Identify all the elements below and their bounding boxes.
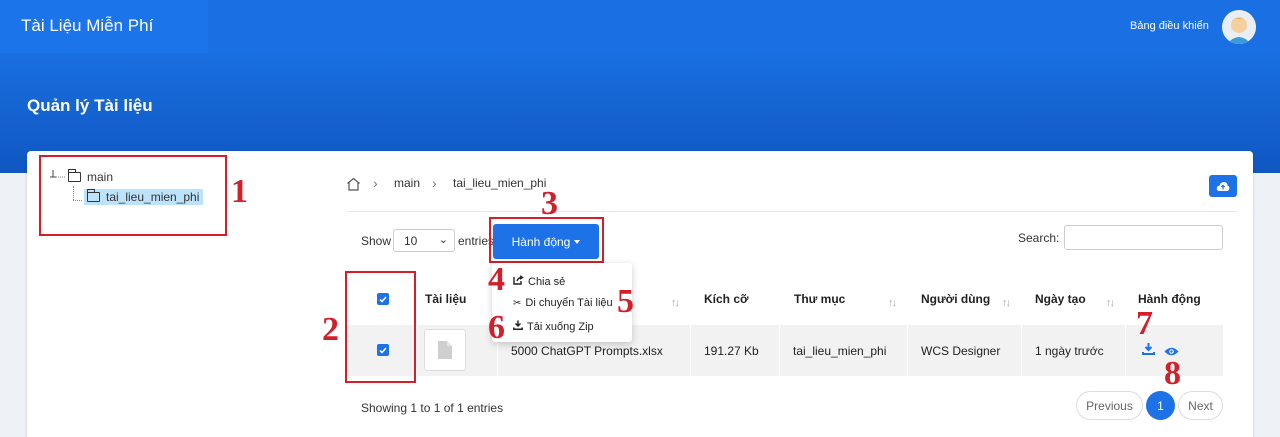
top-navbar: Tài Liệu Miễn Phí Bảng điều khiển <box>0 0 1280 53</box>
sort-icon[interactable]: ↑↓ <box>1106 297 1115 309</box>
menu-item-share[interactable]: Chia sẻ <box>513 275 565 288</box>
callout-number: 2 <box>322 311 339 348</box>
show-label: Show <box>361 234 392 248</box>
chevron-down-icon: ⌄ <box>438 234 448 246</box>
brand-logo[interactable]: Tài Liệu Miễn Phí <box>0 0 208 53</box>
callout-number: 1 <box>231 173 248 210</box>
share-icon <box>513 275 524 288</box>
scissors-icon: ✂ <box>513 297 522 309</box>
cell-created: 1 ngày trước <box>1035 344 1104 358</box>
column-header-created[interactable]: Ngày tạo <box>1035 292 1086 306</box>
page-size-select[interactable]: 10 ⌄ <box>393 229 455 252</box>
dashboard-link[interactable]: Bảng điều khiển <box>1130 20 1209 32</box>
user-avatar[interactable] <box>1222 10 1256 44</box>
cell-user: WCS Designer <box>921 344 1001 358</box>
column-header-user[interactable]: Người dùng <box>921 292 990 306</box>
menu-item-move[interactable]: ✂ Di chuyển Tài liệu <box>513 297 613 309</box>
callout-box-action-button <box>489 217 604 263</box>
home-icon[interactable] <box>346 177 361 191</box>
cloud-upload-icon <box>1216 181 1230 191</box>
sort-icon[interactable]: ↑↓ <box>1002 297 1011 309</box>
callout-number: 4 <box>488 261 505 298</box>
column-divider <box>690 325 691 376</box>
callout-box-tree <box>39 155 227 236</box>
action-dropdown-menu: Chia sẻ ✂ Di chuyển Tài liệu Tải xuống Z… <box>492 263 632 342</box>
sort-icon[interactable]: ↑↓ <box>671 297 680 309</box>
cell-size: 191.27 Kb <box>704 344 759 358</box>
column-header-actions: Hành động <box>1138 292 1201 306</box>
breadcrumb-item[interactable]: main <box>394 176 420 190</box>
callout-number: 5 <box>617 283 634 320</box>
cell-folder: tai_lieu_mien_phi <box>793 344 887 358</box>
column-header-document[interactable]: Tài liệu <box>425 292 466 306</box>
column-divider <box>1021 325 1022 376</box>
sort-icon[interactable]: ↑↓ <box>888 297 897 309</box>
search-input[interactable] <box>1064 225 1223 250</box>
callout-box-checkboxes <box>345 271 416 383</box>
column-header-size[interactable]: Kích cỡ <box>704 292 749 306</box>
download-icon[interactable] <box>1142 342 1155 360</box>
download-icon <box>513 320 523 333</box>
callout-number: 3 <box>541 185 558 222</box>
table-info: Showing 1 to 1 of 1 entries <box>361 401 504 415</box>
column-divider <box>416 325 417 376</box>
upload-button[interactable] <box>1209 175 1237 197</box>
callout-number: 8 <box>1164 355 1181 392</box>
callout-number: 7 <box>1136 305 1153 342</box>
file-icon <box>438 341 452 359</box>
chevron-right-icon: › <box>432 175 437 191</box>
column-divider <box>907 325 908 376</box>
page-size-value: 10 <box>404 234 418 248</box>
pagination-next[interactable]: Next <box>1178 391 1223 420</box>
file-thumbnail[interactable] <box>424 329 466 371</box>
divider <box>347 211 1237 212</box>
pagination-previous[interactable]: Previous <box>1076 391 1143 420</box>
menu-item-label: Tải xuống Zip <box>527 320 594 333</box>
column-divider <box>779 325 780 376</box>
pagination-page-1[interactable]: 1 <box>1146 391 1175 420</box>
breadcrumb-item[interactable]: tai_lieu_mien_phi <box>453 176 546 190</box>
cell-file-name[interactable]: 5000 ChatGPT Prompts.xlsx <box>511 344 663 358</box>
column-divider <box>1125 325 1126 376</box>
callout-number: 6 <box>488 309 505 346</box>
column-header-folder[interactable]: Thư mục <box>794 292 845 306</box>
search-label: Search: <box>1018 231 1060 245</box>
menu-item-label: Di chuyển Tài liệu <box>525 297 613 309</box>
menu-item-download-zip[interactable]: Tải xuống Zip <box>513 320 594 333</box>
chevron-right-icon: › <box>373 175 378 191</box>
page-title: Quản lý Tài liệu <box>27 96 153 115</box>
menu-item-label: Chia sẻ <box>528 275 566 288</box>
